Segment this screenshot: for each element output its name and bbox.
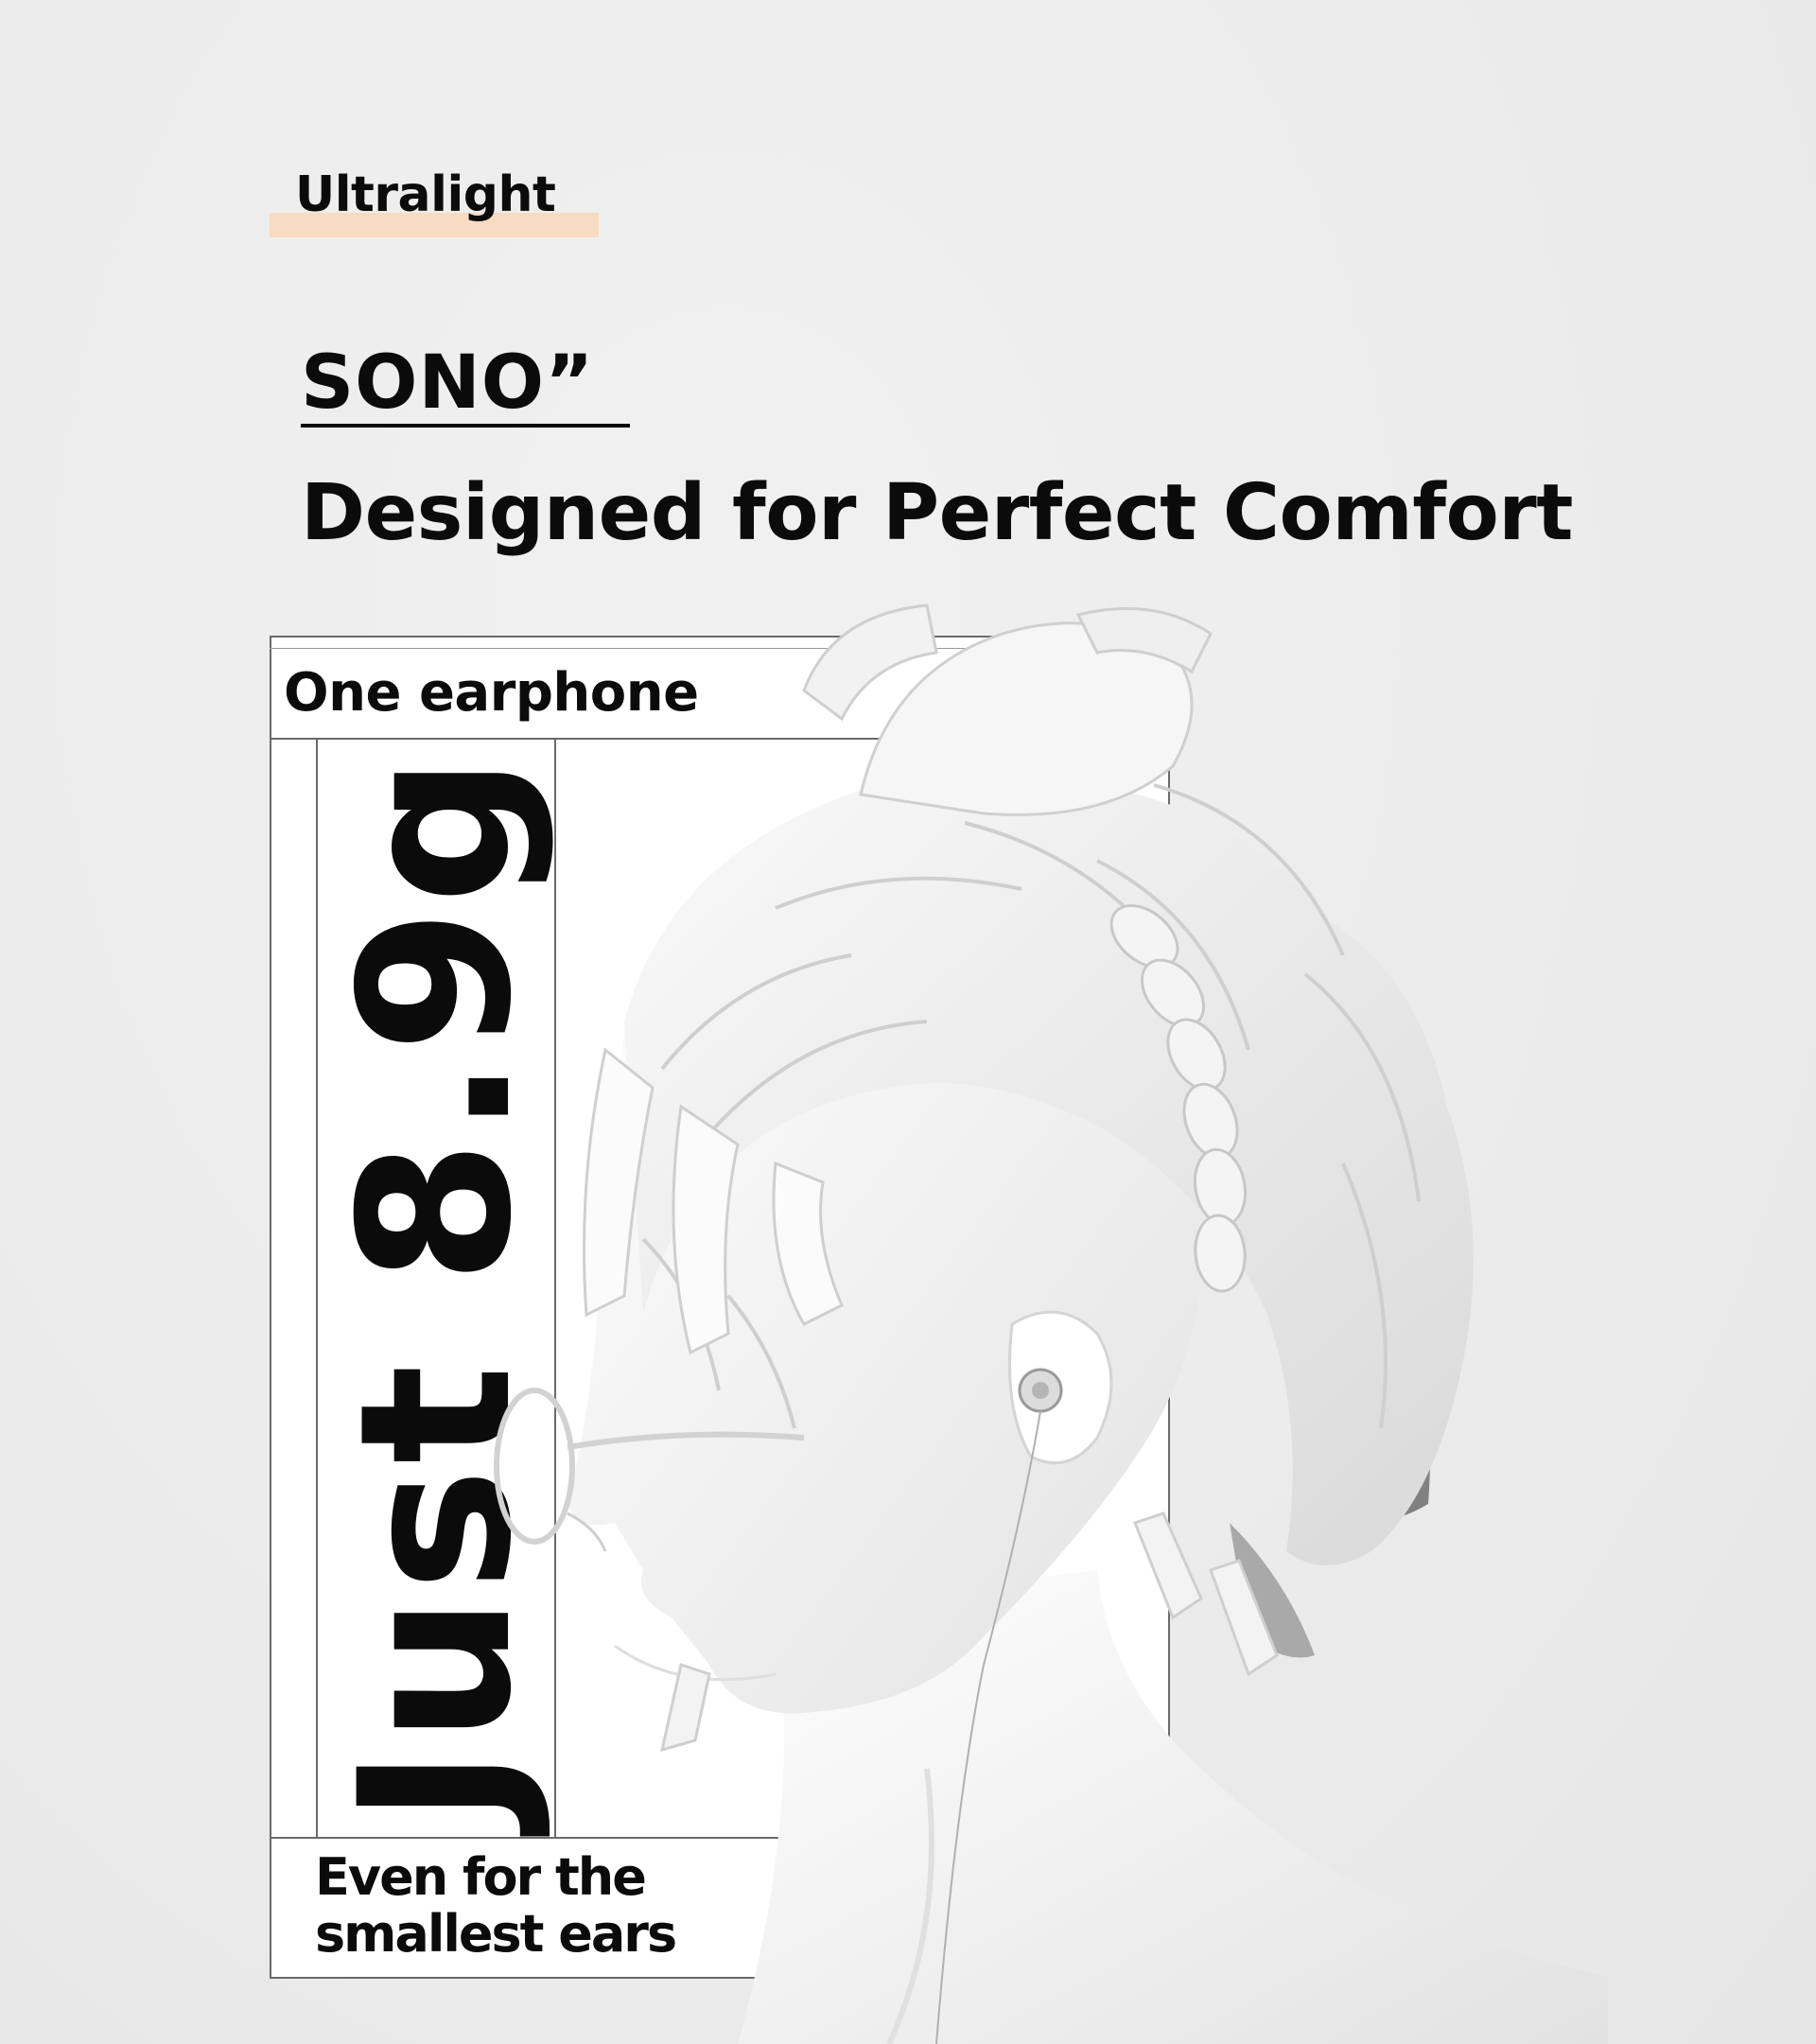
page-headline: Designed for Perfect Comfort: [301, 468, 1573, 558]
brand-name: SONO”: [301, 341, 595, 426]
brand-underline: [301, 424, 630, 428]
tag-label: Ultralight: [295, 166, 556, 223]
product-page: Ultralight SONO” Designed for Perfect Co…: [0, 0, 1816, 2044]
head-illustration-icon: [494, 603, 1608, 2044]
